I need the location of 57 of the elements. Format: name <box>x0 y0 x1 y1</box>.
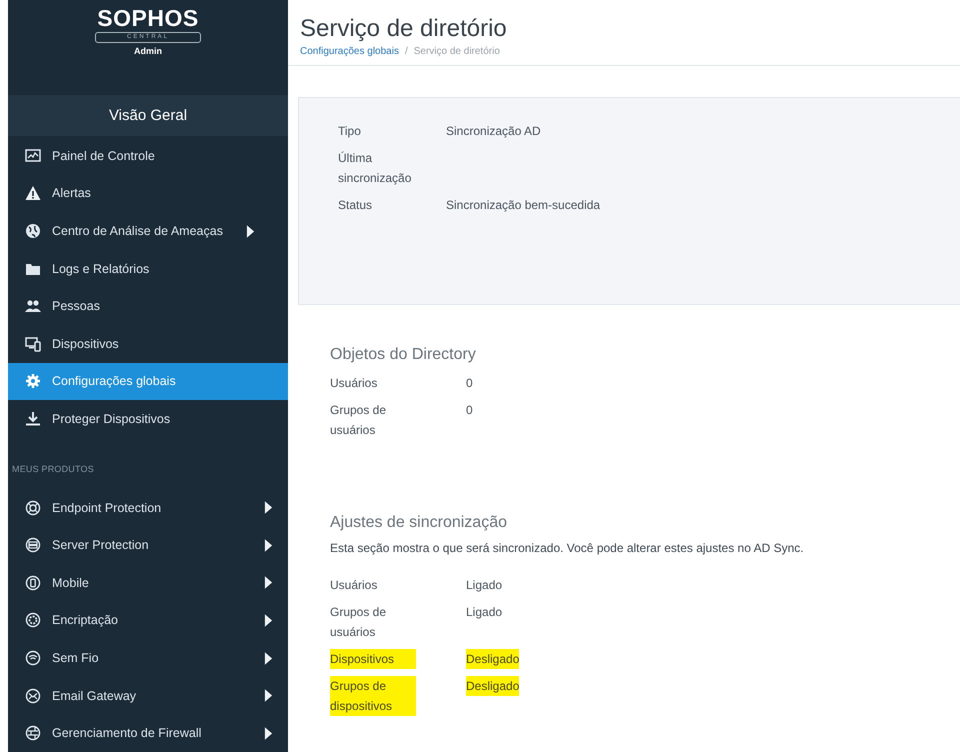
section-heading: Ajustes de sincronização <box>330 514 508 532</box>
globe-icon <box>25 223 41 240</box>
warning-icon <box>25 185 41 202</box>
sidebar-item[interactable]: Sem Fio <box>8 639 288 677</box>
breadcrumb-separator: / <box>404 46 408 57</box>
field-label: Usuários <box>330 577 378 594</box>
download-icon <box>25 411 41 428</box>
field-value: Ligado <box>466 604 502 621</box>
people-icon <box>25 298 41 314</box>
field-label: Grupos de usuários <box>330 604 388 641</box>
sidebar-item[interactable]: Pessoas <box>8 287 288 326</box>
sidebar-item[interactable]: Mobile <box>8 564 288 602</box>
field-label: Tipo <box>338 123 362 140</box>
field-value: Desligado <box>466 649 520 669</box>
sidebar-item[interactable]: Centro de Análise de Ameaças <box>8 212 288 250</box>
sidebar-item[interactable]: Configurações globais <box>8 362 288 400</box>
section-heading: Objetos do Directory <box>330 346 477 364</box>
sidebar-item[interactable]: Dispositivos <box>8 325 288 363</box>
envelope-icon <box>25 688 41 704</box>
field-value: Sincronização bem-sucedida <box>446 197 602 214</box>
cog-circle-icon <box>25 612 41 628</box>
field-label: Usuários <box>330 375 378 392</box>
breadcrumb-link[interactable]: Configurações globais <box>300 46 399 57</box>
sidebar-item[interactable]: Painel de Controle <box>8 137 288 175</box>
wifi-icon <box>25 650 41 666</box>
server-icon <box>25 537 41 554</box>
brand-logo: SOPHOS <box>97 6 199 30</box>
field-label: Status <box>338 197 374 214</box>
lifebuoy-icon <box>25 500 41 516</box>
sidebar-item[interactable]: Alertas <box>8 174 288 212</box>
field-label: Grupos de dispositivos <box>330 676 416 716</box>
field-value: Desligado <box>466 676 520 696</box>
sidebar-item[interactable]: Proteger Dispositivos <box>8 400 288 438</box>
page-title: Serviço de diretório <box>300 14 508 44</box>
field-label: Dispositivos <box>330 649 416 669</box>
role-label: Admin <box>134 46 162 56</box>
sidebar-item[interactable]: Server Protection <box>8 526 288 564</box>
field-label: Grupos de usuários <box>330 402 388 439</box>
sidebar-item[interactable]: Logs e Relatórios <box>8 250 288 288</box>
products-heading: MEUS PRODUTOS <box>11 462 95 476</box>
field-label: Última sincronização <box>338 150 412 187</box>
field-value: 0 <box>466 402 473 419</box>
sidebar-item[interactable]: Email Gateway <box>8 676 288 714</box>
phone-icon <box>25 574 41 591</box>
firewall-icon <box>25 725 41 742</box>
sidebar-item[interactable]: Endpoint Protection <box>8 488 288 526</box>
field-value: 0 <box>466 375 473 392</box>
field-value: Ligado <box>466 577 502 594</box>
devices-icon <box>25 336 41 352</box>
section-title: Visão Geral <box>108 107 188 124</box>
field-value: Sincronização AD <box>446 123 542 140</box>
breadcrumb-current: Serviço de diretório <box>414 46 500 57</box>
sidebar-item[interactable]: Encriptação <box>8 602 288 640</box>
section-description: Esta seção mostra o que será sincronizado. Você pode alterar estes ajustes no AD Sync. <box>330 541 805 555</box>
sidebar-item[interactable]: Gerenciamento de Firewall <box>8 714 288 752</box>
settings-icon <box>25 373 41 390</box>
chart-icon <box>25 148 41 164</box>
